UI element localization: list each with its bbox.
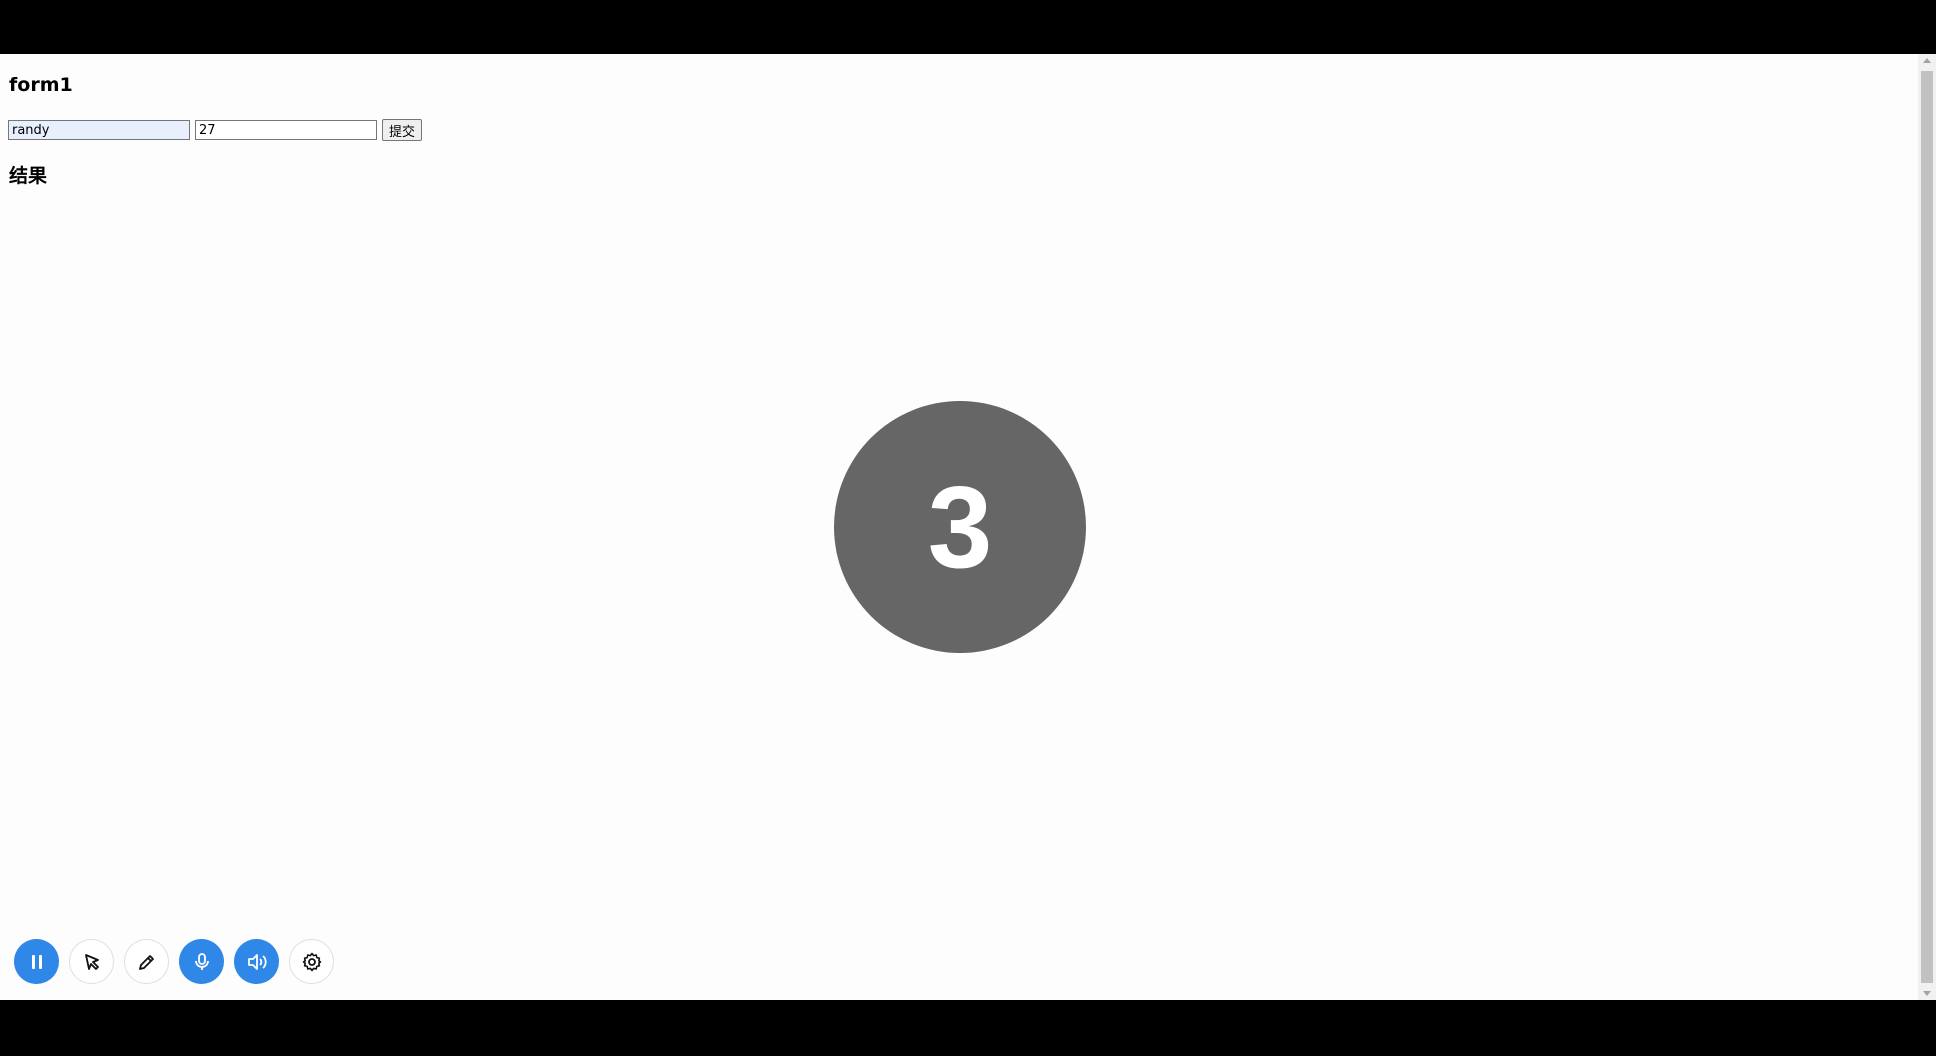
speaker-icon xyxy=(247,953,267,970)
pause-button[interactable] xyxy=(14,939,59,984)
microphone-icon xyxy=(194,952,209,970)
scroll-up-arrow-icon[interactable] xyxy=(1923,58,1931,63)
pen-button[interactable] xyxy=(124,939,169,984)
letterbox-bottom xyxy=(0,1000,1936,1056)
microphone-button[interactable] xyxy=(179,939,224,984)
form-title: form1 xyxy=(9,74,73,96)
submit-button[interactable]: 提交 xyxy=(382,119,423,141)
cursor-icon xyxy=(84,953,99,970)
settings-button[interactable] xyxy=(289,939,334,984)
recording-toolbar xyxy=(14,939,334,984)
countdown-overlay: 3 xyxy=(834,401,1086,653)
age-input[interactable] xyxy=(195,120,377,140)
letterbox-top xyxy=(0,0,1936,54)
scroll-down-arrow-icon[interactable] xyxy=(1923,991,1931,996)
vertical-scrollbar[interactable] xyxy=(1918,54,1936,1000)
cursor-button[interactable] xyxy=(69,939,114,984)
name-input[interactable] xyxy=(8,120,190,140)
pause-icon xyxy=(31,954,42,969)
gear-icon xyxy=(302,952,321,971)
browser-viewport: form1 提交 结果 3 xyxy=(0,54,1936,1000)
pen-icon xyxy=(138,954,154,970)
form-row: 提交 xyxy=(8,119,423,141)
scroll-thumb[interactable] xyxy=(1921,71,1933,983)
result-title: 结果 xyxy=(9,165,48,187)
speaker-button[interactable] xyxy=(234,939,279,984)
countdown-number: 3 xyxy=(927,462,993,592)
page-content: form1 提交 结果 3 xyxy=(0,54,1918,1000)
